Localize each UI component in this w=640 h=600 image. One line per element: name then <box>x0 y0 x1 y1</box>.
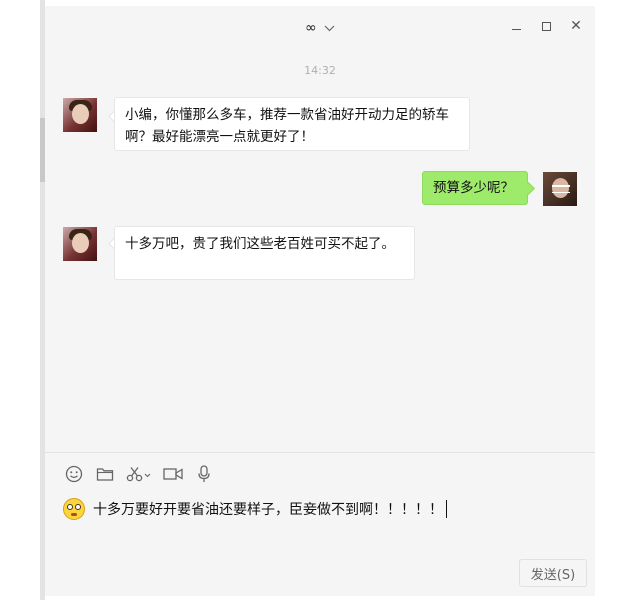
message-timestamp: 14:32 <box>304 64 336 77</box>
text-cursor <box>446 500 447 518</box>
close-icon[interactable]: ✕ <box>568 18 584 34</box>
avatar-contact[interactable] <box>63 98 97 132</box>
chevron-down-icon[interactable] <box>324 24 335 35</box>
message-bubble-contact[interactable]: 小编，你懂那么多车，推荐一款省油好开动力足的轿车 啊？最好能漂亮一点就更好了！ <box>114 97 470 151</box>
message-bubble-contact[interactable]: 十多万吧，贵了我们这些老百姓可买不起了。 <box>114 226 415 280</box>
emoji-icon[interactable] <box>63 463 85 485</box>
composer-divider <box>45 452 595 453</box>
composer-toolbar <box>63 463 224 485</box>
title-bar: ∞ ✕ <box>45 6 595 50</box>
send-button[interactable]: 发送(S) <box>519 559 587 587</box>
message-text-line: 预算多少呢？ <box>433 180 514 196</box>
video-call-icon[interactable] <box>162 463 184 485</box>
scissors-icon[interactable] <box>125 463 153 485</box>
message-bubble-self[interactable]: 预算多少呢？ <box>422 171 528 205</box>
microphone-icon[interactable] <box>193 463 215 485</box>
chat-title-text: ∞ <box>304 20 317 36</box>
avatar-contact[interactable] <box>63 227 97 261</box>
minimize-icon[interactable] <box>508 18 524 34</box>
message-text-line: 小编，你懂那么多车，推荐一款省油好开动力足的轿车 <box>125 107 449 123</box>
message-input-text: 十多万要好开要省油还要样子，臣妾做不到啊！！！！！ <box>93 502 443 518</box>
message-text-line: 十多万吧，贵了我们这些老百姓可买不起了。 <box>125 236 395 252</box>
message-text-line: 啊？最好能漂亮一点就更好了！ <box>125 129 314 145</box>
maximize-icon[interactable] <box>538 18 554 34</box>
message-input[interactable]: 十多万要好开要省油还要样子，臣妾做不到啊！！！！！ <box>63 494 583 524</box>
avatar-self[interactable] <box>543 172 577 206</box>
chat-window: ∞ ✕ 14:32 小编，你懂那么多车，推荐一款省油好开动力足的轿车 啊？最好能… <box>45 6 595 596</box>
flushed-face-emoji <box>63 498 85 520</box>
folder-icon[interactable] <box>94 463 116 485</box>
